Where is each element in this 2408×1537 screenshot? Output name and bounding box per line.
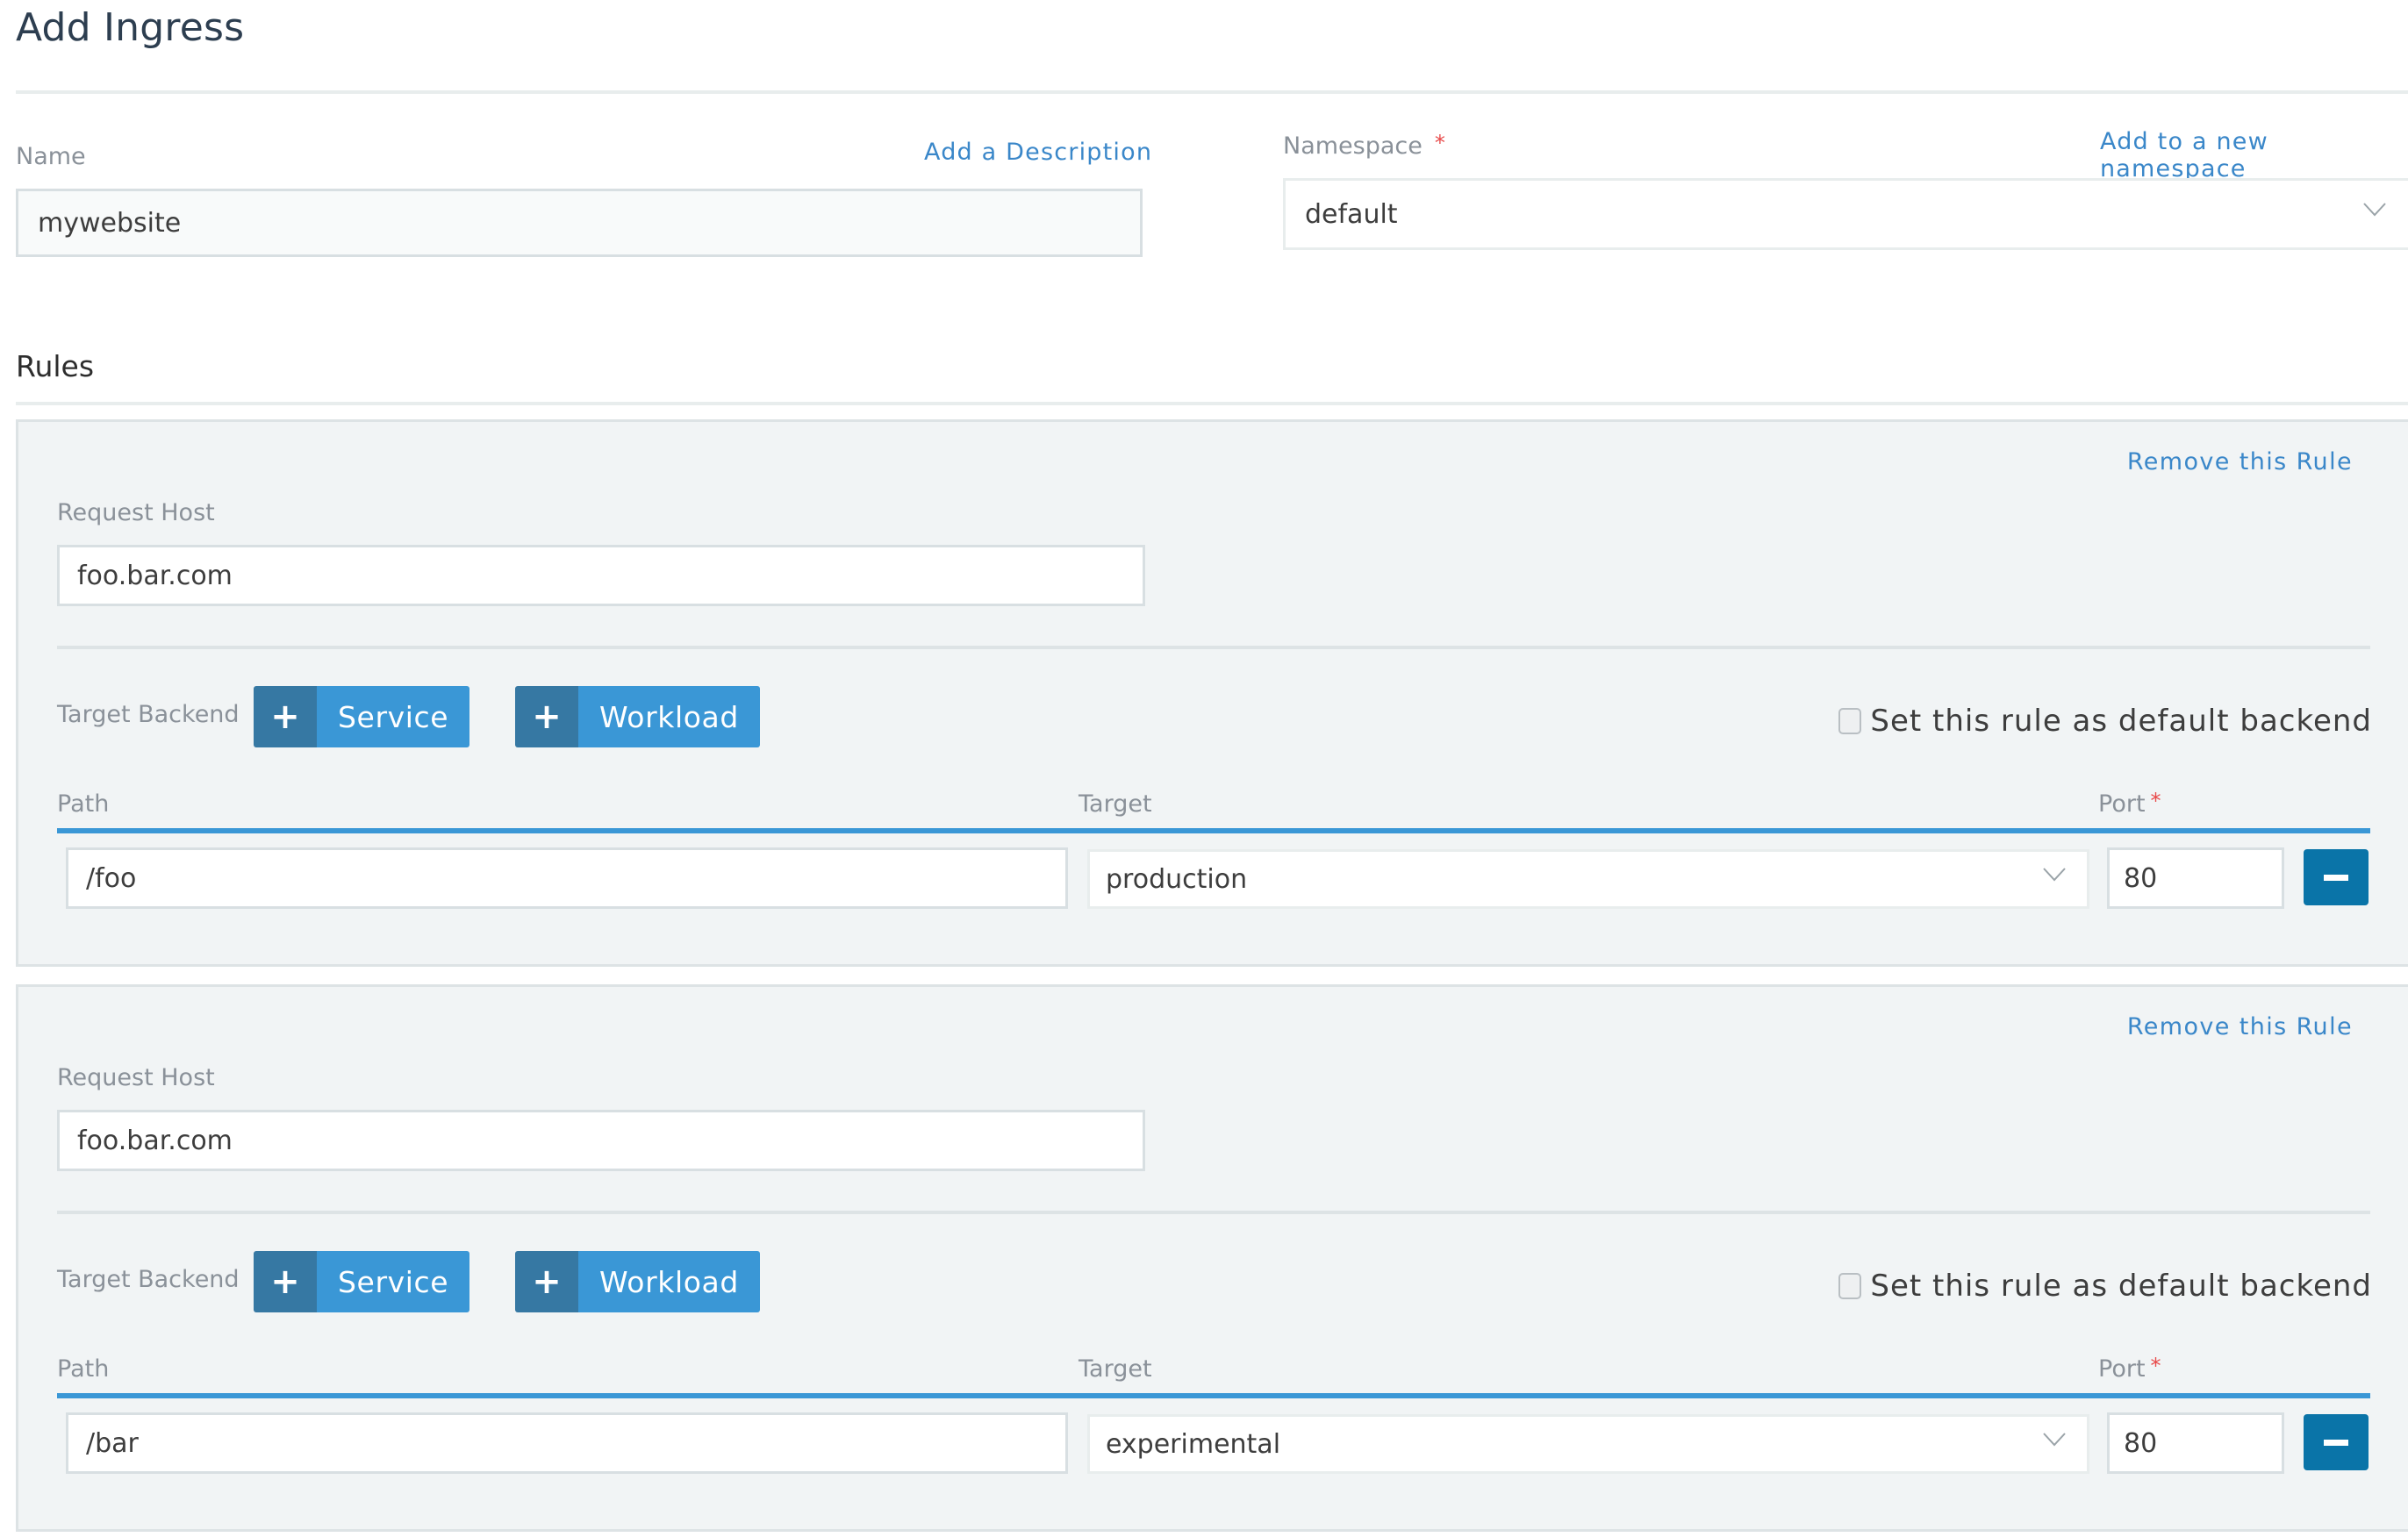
required-mark: * [2150,789,2161,813]
port-value: 80 [2124,1427,2158,1459]
port-input[interactable]: 80 [2107,1412,2284,1474]
request-host-input[interactable]: foo.bar.com [57,545,1145,606]
add-description-link[interactable]: Add a Description [924,139,1152,166]
required-mark: * [2150,1354,2161,1378]
target-select-value: experimental [1106,1428,1281,1460]
target-backend-label: Target Backend [57,701,240,728]
port-column-label-text: Port [2098,1355,2146,1383]
rule-panel: Remove this Rule Request Host foo.bar.co… [16,984,2408,1532]
chevron-down-icon [2043,1426,2066,1449]
namespace-select-value: default [1305,198,1398,230]
path-input[interactable]: /foo [66,847,1068,909]
add-service-button[interactable]: + Service [254,1251,470,1312]
port-input[interactable]: 80 [2107,847,2284,909]
target-column-label: Target [1079,1355,1152,1383]
rule-panel: Remove this Rule Request Host foo.bar.co… [16,419,2408,967]
request-host-input[interactable]: foo.bar.com [57,1110,1145,1171]
name-label: Name [16,143,86,170]
port-column-label: Port * [2098,1354,2161,1383]
add-service-button[interactable]: + Service [254,686,470,747]
namespace-label-text: Namespace [1283,132,1423,160]
port-value: 80 [2124,862,2158,894]
name-input-value: mywebsite [38,207,182,239]
required-mark: * [1434,131,1445,155]
plus-icon: + [515,686,578,747]
rule-inner-divider [57,1211,2370,1214]
rules-section-title: Rules [16,349,95,383]
add-workload-button-label: Workload [578,1251,760,1312]
minus-icon [2324,1439,2348,1446]
namespace-label: Namespace * [1283,131,1445,160]
chevron-down-icon [2363,197,2386,219]
port-column-label: Port * [2098,789,2161,818]
minus-icon [2324,874,2348,881]
path-value: /bar [86,1427,139,1459]
add-service-button-label: Service [317,686,470,747]
request-host-value: foo.bar.com [77,560,233,591]
add-workload-button-label: Workload [578,686,760,747]
default-backend-toggle[interactable]: Set this rule as default backend [1838,1269,2372,1304]
path-column-label: Path [57,790,110,818]
chevron-down-icon [2043,861,2066,884]
plus-icon: + [254,686,317,747]
plus-icon: + [254,1251,317,1312]
path-input[interactable]: /bar [66,1412,1068,1474]
target-select-value: production [1106,863,1248,895]
path-table-header-line [57,1393,2370,1398]
header-divider [16,90,2408,94]
default-backend-toggle[interactable]: Set this rule as default backend [1838,704,2372,739]
path-value: /foo [86,862,137,894]
add-service-button-label: Service [317,1251,470,1312]
remove-path-button[interactable] [2304,1414,2369,1470]
request-host-label: Request Host [57,1064,215,1091]
default-backend-label: Set this rule as default backend [1870,704,2372,739]
remove-rule-link[interactable]: Remove this Rule [2127,1013,2353,1040]
rules-divider [16,402,2408,405]
path-table-header-line [57,828,2370,833]
remove-rule-link[interactable]: Remove this Rule [2127,448,2353,475]
default-backend-checkbox[interactable] [1838,1273,1862,1299]
default-backend-label: Set this rule as default backend [1870,1269,2372,1304]
add-workload-button[interactable]: + Workload [515,1251,760,1312]
path-column-label: Path [57,1355,110,1383]
port-column-label-text: Port [2098,790,2146,818]
target-backend-label: Target Backend [57,1266,240,1293]
request-host-value: foo.bar.com [77,1125,233,1156]
request-host-label: Request Host [57,499,215,526]
add-new-namespace-link[interactable]: Add to a new namespace [2100,128,2408,182]
target-select[interactable]: production [1087,849,2089,909]
namespace-select[interactable]: default [1283,178,2408,250]
name-input[interactable]: mywebsite [16,189,1143,257]
page-title: Add Ingress [16,5,245,50]
rule-inner-divider [57,646,2370,649]
add-workload-button[interactable]: + Workload [515,686,760,747]
plus-icon: + [515,1251,578,1312]
target-select[interactable]: experimental [1087,1414,2089,1474]
target-column-label: Target [1079,790,1152,818]
default-backend-checkbox[interactable] [1838,708,1862,734]
remove-path-button[interactable] [2304,849,2369,905]
